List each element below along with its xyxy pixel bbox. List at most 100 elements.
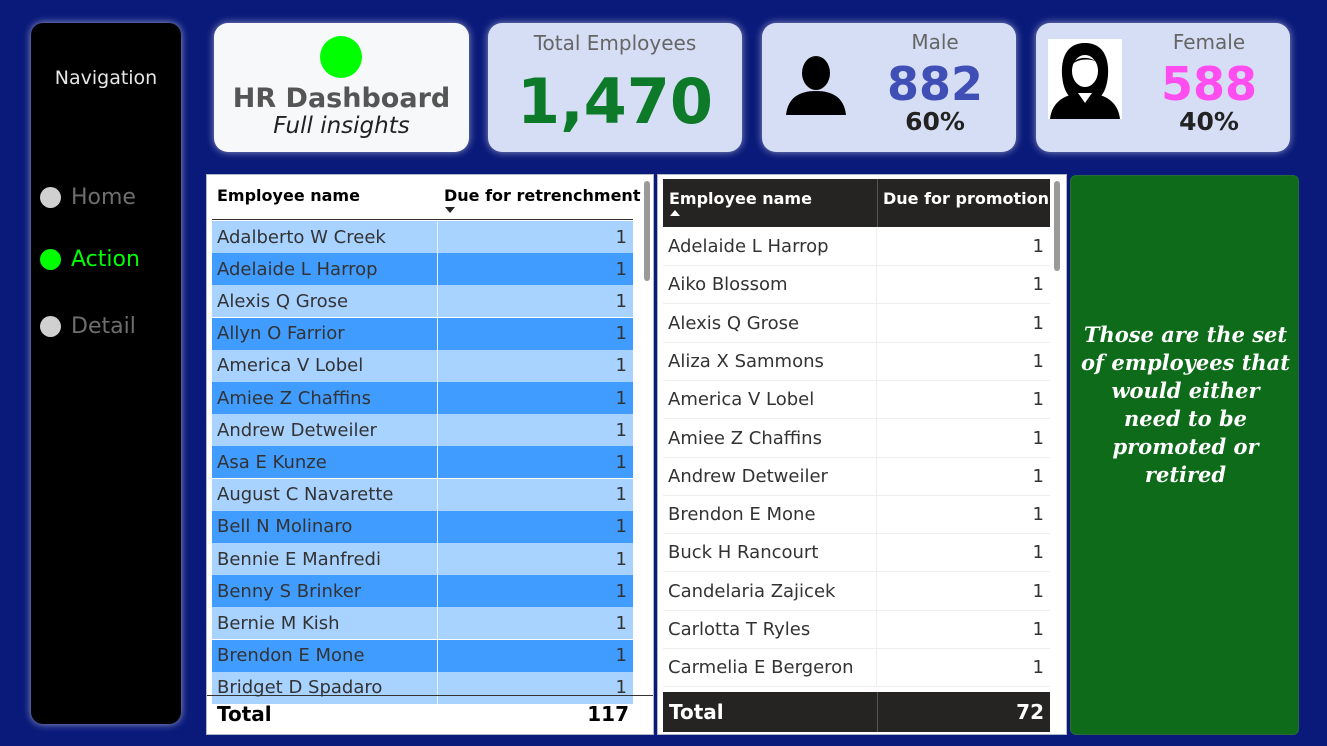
value-cell: 1 <box>1032 312 1044 334</box>
value-cell: 1 <box>1032 236 1044 257</box>
employee-name-cell: Aliza X Sammons <box>663 342 877 381</box>
table-row[interactable]: Adelaide L Harrop 1 <box>212 253 633 286</box>
table-row[interactable]: Allyn O Farrior 1 <box>212 317 633 350</box>
info-box: Those are the set of employees that woul… <box>1070 175 1299 735</box>
table-row[interactable]: Amiee Z Chaffins 1 <box>212 382 633 414</box>
total-divider <box>207 695 653 696</box>
sort-ascending-icon[interactable] <box>670 210 680 216</box>
table-row[interactable]: Adelaide L Harrop 1 <box>663 227 1050 266</box>
dashboard-subtitle: Full insights <box>273 113 410 139</box>
employee-name-cell: Carlotta T Ryles <box>663 610 877 649</box>
table-row[interactable]: America V Lobel 1 <box>663 380 1050 420</box>
nav-item-detail[interactable]: Detail <box>40 314 136 339</box>
value-cell: 1 <box>615 645 627 667</box>
value-cell: 1 <box>1032 427 1044 449</box>
radio-dot-icon <box>40 249 61 270</box>
total-label: Total <box>217 702 272 726</box>
total-value: 117 <box>587 702 629 726</box>
info-text: Those are the set of employees that woul… <box>1081 322 1290 487</box>
column-header-employee-name[interactable]: Employee name <box>217 186 360 205</box>
table-row[interactable]: Candelaria Zajicek 1 <box>663 572 1050 611</box>
employee-name-cell: Bridget D Spadaro <box>212 671 438 704</box>
table-row[interactable]: Carmelia E Bergeron 1 <box>663 648 1050 688</box>
female-percentage: 40% <box>1179 107 1239 136</box>
value-cell: 1 <box>1032 389 1044 411</box>
total-label: Total <box>669 700 724 724</box>
employee-name-cell: Andrew Detweiler <box>212 414 438 447</box>
employee-name-cell: Bell N Molinaro <box>212 510 438 543</box>
hr-dashboard-card: HR Dashboard Full insights <box>214 23 469 152</box>
employee-name-cell: Adelaide L Harrop <box>212 253 438 286</box>
male-percentage: 60% <box>905 107 965 136</box>
value-cell: 1 <box>615 580 627 602</box>
navigation-panel: Navigation Home Action Detail <box>31 23 181 724</box>
table-row[interactable]: Buck H Rancourt 1 <box>663 533 1050 573</box>
table-row[interactable]: Bernie M Kish 1 <box>212 607 633 640</box>
value-cell: 1 <box>615 290 627 312</box>
table-row[interactable]: Bridget D Spadaro 1 <box>212 671 633 704</box>
female-label: Female <box>1172 30 1246 54</box>
male-person-icon <box>786 56 846 115</box>
value-cell: 1 <box>615 516 627 538</box>
table-row[interactable]: Aiko Blossom 1 <box>663 265 1050 305</box>
employee-name-cell: Bernie M Kish <box>212 607 438 640</box>
table-row[interactable]: August C Navarette 1 <box>212 478 633 511</box>
table-row[interactable]: Carlotta T Ryles 1 <box>663 610 1050 649</box>
scrollbar[interactable] <box>644 181 650 281</box>
nav-item-action[interactable]: Action <box>40 247 140 272</box>
total-value: 72 <box>1016 700 1044 724</box>
table-row[interactable]: Benny S Brinker 1 <box>212 575 633 608</box>
male-label: Male <box>911 30 959 54</box>
table-row[interactable]: Andrew Detweiler 1 <box>212 414 633 447</box>
employee-name-cell: Carmelia E Bergeron <box>663 648 877 687</box>
table-row[interactable]: Bell N Molinaro 1 <box>212 510 633 543</box>
column-header-due-for-retrenchment[interactable]: Due for retrenchment <box>444 186 640 205</box>
employee-name-cell: Brendon E Mone <box>212 639 438 672</box>
value-cell: 1 <box>615 451 627 473</box>
table-row[interactable]: Alexis Q Grose 1 <box>663 304 1050 343</box>
employee-name-cell: America V Lobel <box>212 349 438 382</box>
table-row[interactable]: Bennie E Manfredi 1 <box>212 543 633 575</box>
value-cell: 1 <box>615 419 627 441</box>
table-row[interactable]: Brendon E Mone 1 <box>663 495 1050 535</box>
value-cell: 1 <box>1032 657 1044 679</box>
column-header-employee-name[interactable]: Employee name <box>669 189 812 208</box>
header-divider <box>212 219 633 220</box>
value-cell: 1 <box>1032 580 1044 602</box>
value-cell: 1 <box>1032 274 1044 296</box>
nav-item-home[interactable]: Home <box>40 185 136 210</box>
table-row[interactable]: Aliza X Sammons 1 <box>663 342 1050 381</box>
employee-name-cell: Amiee Z Chaffins <box>663 419 877 457</box>
retrenchment-table: Employee name Due for retrenchment Adalb… <box>206 174 654 735</box>
value-cell: 1 <box>1032 504 1044 526</box>
employee-name-cell: Allyn O Farrior <box>212 317 438 350</box>
male-card: Male 882 60% <box>762 23 1016 152</box>
table-row[interactable]: Adalberto W Creek 1 <box>212 221 633 253</box>
value-cell: 1 <box>615 226 627 248</box>
table-row[interactable]: Asa E Kunze 1 <box>212 446 633 479</box>
employee-name-cell: Alexis Q Grose <box>212 285 438 318</box>
sort-descending-icon[interactable] <box>445 207 455 213</box>
table-row[interactable]: Amiee Z Chaffins 1 <box>663 419 1050 458</box>
table-row[interactable]: Andrew Detweiler 1 <box>663 457 1050 496</box>
table-row[interactable]: America V Lobel 1 <box>212 349 633 382</box>
nav-item-label: Action <box>71 247 140 272</box>
employee-name-cell: Aiko Blossom <box>663 265 877 304</box>
employee-name-cell: Benny S Brinker <box>212 575 438 608</box>
employee-name-cell: Candelaria Zajicek <box>663 572 877 611</box>
total-employees-value: 1,470 <box>516 65 714 138</box>
employee-name-cell: Asa E Kunze <box>212 446 438 479</box>
table-row[interactable]: Alexis Q Grose 1 <box>212 285 633 318</box>
total-row: Total 117 <box>217 702 629 726</box>
scrollbar[interactable] <box>1054 181 1060 271</box>
column-header-due-for-promotion[interactable]: Due for promotion <box>883 189 1049 208</box>
female-count: 588 <box>1160 57 1258 111</box>
employee-name-cell: Buck H Rancourt <box>663 533 877 572</box>
employee-name-cell: Brendon E Mone <box>663 495 877 534</box>
employee-name-cell: August C Navarette <box>212 478 438 511</box>
employee-name-cell: America V Lobel <box>663 380 877 419</box>
header-column-divider <box>877 179 878 227</box>
value-cell: 1 <box>615 484 627 506</box>
employee-name-cell: Alexis Q Grose <box>663 304 877 343</box>
table-row[interactable]: Brendon E Mone 1 <box>212 639 633 672</box>
